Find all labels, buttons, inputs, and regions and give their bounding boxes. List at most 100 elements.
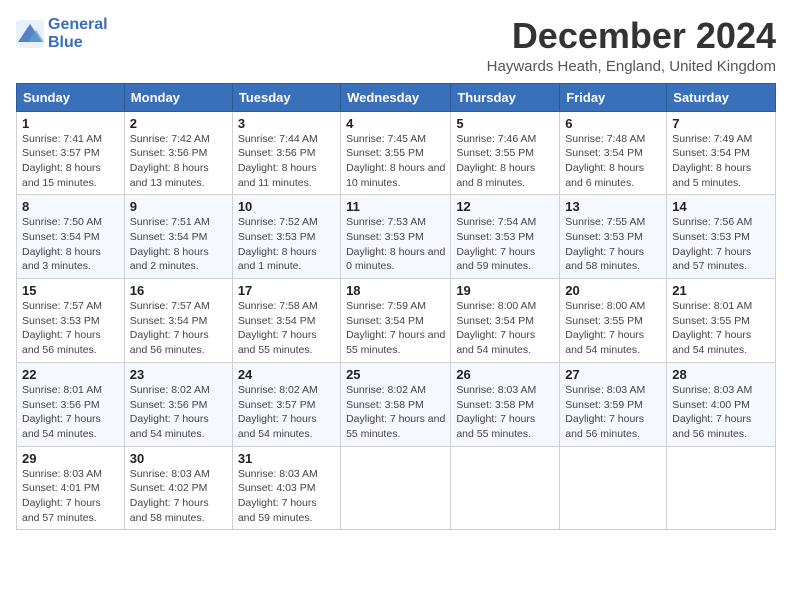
day-number: 25 — [346, 367, 445, 382]
calendar-cell: 6Sunrise: 7:48 AMSunset: 3:54 PMDaylight… — [560, 111, 667, 195]
month-title: December 2024 — [487, 16, 776, 56]
day-number: 27 — [565, 367, 661, 382]
calendar-cell: 26Sunrise: 8:03 AMSunset: 3:58 PMDayligh… — [451, 362, 560, 446]
calendar-cell — [451, 446, 560, 530]
logo-text: General Blue — [48, 16, 108, 51]
calendar-cell: 31Sunrise: 8:03 AMSunset: 4:03 PMDayligh… — [232, 446, 340, 530]
day-number: 11 — [346, 199, 445, 214]
day-number: 24 — [238, 367, 335, 382]
day-detail: Sunrise: 8:02 AMSunset: 3:58 PMDaylight:… — [346, 383, 445, 442]
day-detail: Sunrise: 8:03 AMSunset: 4:01 PMDaylight:… — [22, 467, 119, 526]
weekday-header-tuesday: Tuesday — [232, 83, 340, 111]
calendar-cell: 27Sunrise: 8:03 AMSunset: 3:59 PMDayligh… — [560, 362, 667, 446]
day-detail: Sunrise: 7:42 AMSunset: 3:56 PMDaylight:… — [130, 132, 227, 191]
day-number: 14 — [672, 199, 770, 214]
calendar-cell: 23Sunrise: 8:02 AMSunset: 3:56 PMDayligh… — [124, 362, 232, 446]
day-number: 6 — [565, 116, 661, 131]
day-number: 7 — [672, 116, 770, 131]
calendar-cell: 17Sunrise: 7:58 AMSunset: 3:54 PMDayligh… — [232, 279, 340, 363]
day-detail: Sunrise: 7:45 AMSunset: 3:55 PMDaylight:… — [346, 132, 445, 191]
day-number: 17 — [238, 283, 335, 298]
day-detail: Sunrise: 7:46 AMSunset: 3:55 PMDaylight:… — [456, 132, 554, 191]
day-detail: Sunrise: 7:48 AMSunset: 3:54 PMDaylight:… — [565, 132, 661, 191]
day-number: 28 — [672, 367, 770, 382]
calendar-week-row: 1Sunrise: 7:41 AMSunset: 3:57 PMDaylight… — [17, 111, 776, 195]
calendar-cell: 29Sunrise: 8:03 AMSunset: 4:01 PMDayligh… — [17, 446, 125, 530]
calendar-cell: 5Sunrise: 7:46 AMSunset: 3:55 PMDaylight… — [451, 111, 560, 195]
day-detail: Sunrise: 8:00 AMSunset: 3:55 PMDaylight:… — [565, 299, 661, 358]
page-header: General Blue December 2024 Haywards Heat… — [16, 16, 776, 75]
day-number: 18 — [346, 283, 445, 298]
day-number: 19 — [456, 283, 554, 298]
calendar-cell: 12Sunrise: 7:54 AMSunset: 3:53 PMDayligh… — [451, 195, 560, 279]
calendar-cell — [667, 446, 776, 530]
calendar-cell: 9Sunrise: 7:51 AMSunset: 3:54 PMDaylight… — [124, 195, 232, 279]
day-detail: Sunrise: 8:03 AMSunset: 4:00 PMDaylight:… — [672, 383, 770, 442]
day-detail: Sunrise: 7:50 AMSunset: 3:54 PMDaylight:… — [22, 215, 119, 274]
calendar-cell — [560, 446, 667, 530]
day-number: 20 — [565, 283, 661, 298]
day-detail: Sunrise: 7:57 AMSunset: 3:53 PMDaylight:… — [22, 299, 119, 358]
day-detail: Sunrise: 7:49 AMSunset: 3:54 PMDaylight:… — [672, 132, 770, 191]
day-number: 16 — [130, 283, 227, 298]
calendar-cell: 8Sunrise: 7:50 AMSunset: 3:54 PMDaylight… — [17, 195, 125, 279]
day-detail: Sunrise: 7:52 AMSunset: 3:53 PMDaylight:… — [238, 215, 335, 274]
weekday-header-wednesday: Wednesday — [341, 83, 451, 111]
day-number: 8 — [22, 199, 119, 214]
calendar-cell: 22Sunrise: 8:01 AMSunset: 3:56 PMDayligh… — [17, 362, 125, 446]
day-detail: Sunrise: 7:41 AMSunset: 3:57 PMDaylight:… — [22, 132, 119, 191]
weekday-header-row: SundayMondayTuesdayWednesdayThursdayFrid… — [17, 83, 776, 111]
calendar-cell: 20Sunrise: 8:00 AMSunset: 3:55 PMDayligh… — [560, 279, 667, 363]
day-number: 1 — [22, 116, 119, 131]
day-number: 21 — [672, 283, 770, 298]
calendar-cell: 7Sunrise: 7:49 AMSunset: 3:54 PMDaylight… — [667, 111, 776, 195]
calendar-cell: 30Sunrise: 8:03 AMSunset: 4:02 PMDayligh… — [124, 446, 232, 530]
day-detail: Sunrise: 7:56 AMSunset: 3:53 PMDaylight:… — [672, 215, 770, 274]
day-number: 13 — [565, 199, 661, 214]
day-number: 23 — [130, 367, 227, 382]
calendar-cell: 15Sunrise: 7:57 AMSunset: 3:53 PMDayligh… — [17, 279, 125, 363]
day-number: 2 — [130, 116, 227, 131]
calendar-cell: 28Sunrise: 8:03 AMSunset: 4:00 PMDayligh… — [667, 362, 776, 446]
day-detail: Sunrise: 8:03 AMSunset: 3:59 PMDaylight:… — [565, 383, 661, 442]
day-number: 15 — [22, 283, 119, 298]
day-detail: Sunrise: 7:57 AMSunset: 3:54 PMDaylight:… — [130, 299, 227, 358]
day-number: 29 — [22, 451, 119, 466]
calendar-cell: 11Sunrise: 7:53 AMSunset: 3:53 PMDayligh… — [341, 195, 451, 279]
day-number: 4 — [346, 116, 445, 131]
calendar-week-row: 15Sunrise: 7:57 AMSunset: 3:53 PMDayligh… — [17, 279, 776, 363]
day-detail: Sunrise: 8:03 AMSunset: 3:58 PMDaylight:… — [456, 383, 554, 442]
calendar-cell: 13Sunrise: 7:55 AMSunset: 3:53 PMDayligh… — [560, 195, 667, 279]
day-detail: Sunrise: 7:44 AMSunset: 3:56 PMDaylight:… — [238, 132, 335, 191]
day-detail: Sunrise: 8:02 AMSunset: 3:57 PMDaylight:… — [238, 383, 335, 442]
title-block: December 2024 Haywards Heath, England, U… — [487, 16, 776, 75]
calendar-cell: 18Sunrise: 7:59 AMSunset: 3:54 PMDayligh… — [341, 279, 451, 363]
calendar-cell: 19Sunrise: 8:00 AMSunset: 3:54 PMDayligh… — [451, 279, 560, 363]
day-detail: Sunrise: 7:53 AMSunset: 3:53 PMDaylight:… — [346, 215, 445, 274]
logo-icon — [16, 20, 44, 48]
day-number: 9 — [130, 199, 227, 214]
day-detail: Sunrise: 8:03 AMSunset: 4:02 PMDaylight:… — [130, 467, 227, 526]
day-number: 3 — [238, 116, 335, 131]
day-detail: Sunrise: 7:55 AMSunset: 3:53 PMDaylight:… — [565, 215, 661, 274]
calendar-cell: 16Sunrise: 7:57 AMSunset: 3:54 PMDayligh… — [124, 279, 232, 363]
weekday-header-saturday: Saturday — [667, 83, 776, 111]
calendar-cell: 14Sunrise: 7:56 AMSunset: 3:53 PMDayligh… — [667, 195, 776, 279]
calendar-cell: 21Sunrise: 8:01 AMSunset: 3:55 PMDayligh… — [667, 279, 776, 363]
calendar-cell: 4Sunrise: 7:45 AMSunset: 3:55 PMDaylight… — [341, 111, 451, 195]
weekday-header-friday: Friday — [560, 83, 667, 111]
day-detail: Sunrise: 8:01 AMSunset: 3:56 PMDaylight:… — [22, 383, 119, 442]
day-number: 12 — [456, 199, 554, 214]
day-detail: Sunrise: 7:54 AMSunset: 3:53 PMDaylight:… — [456, 215, 554, 274]
weekday-header-monday: Monday — [124, 83, 232, 111]
logo: General Blue — [16, 16, 108, 51]
calendar-week-row: 22Sunrise: 8:01 AMSunset: 3:56 PMDayligh… — [17, 362, 776, 446]
day-number: 10 — [238, 199, 335, 214]
day-number: 30 — [130, 451, 227, 466]
day-number: 31 — [238, 451, 335, 466]
calendar-cell: 2Sunrise: 7:42 AMSunset: 3:56 PMDaylight… — [124, 111, 232, 195]
day-detail: Sunrise: 7:51 AMSunset: 3:54 PMDaylight:… — [130, 215, 227, 274]
location: Haywards Heath, England, United Kingdom — [487, 58, 776, 75]
day-detail: Sunrise: 8:01 AMSunset: 3:55 PMDaylight:… — [672, 299, 770, 358]
calendar-cell: 1Sunrise: 7:41 AMSunset: 3:57 PMDaylight… — [17, 111, 125, 195]
